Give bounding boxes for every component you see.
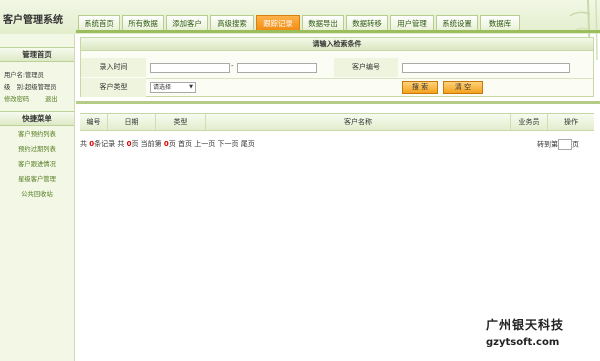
sidebar-item-followup-status[interactable]: 客户跟进情况: [0, 159, 74, 168]
first-page-link[interactable]: 首页: [178, 140, 192, 148]
tab-advanced-search[interactable]: 高级搜索: [210, 15, 254, 31]
customer-no-input[interactable]: [402, 63, 570, 73]
prev-page-link[interactable]: 上一页: [194, 140, 215, 148]
pager-current-suffix: 页: [168, 140, 176, 148]
tab-system-settings[interactable]: 系统设置: [436, 15, 478, 31]
sidebar-item-appointment-list[interactable]: 客户预约列表: [0, 129, 74, 138]
column-header-type: 类型: [156, 114, 206, 130]
logout-link[interactable]: 退出: [45, 94, 58, 103]
sidebar-item-recycle-bin[interactable]: 公共回收站: [0, 189, 74, 198]
sidebar-item-star-customers[interactable]: 星级客户管理: [0, 174, 74, 183]
tab-home[interactable]: 系统首页: [78, 15, 120, 31]
tab-add-customer[interactable]: 添加客户: [166, 15, 208, 31]
clear-button[interactable]: 清 空: [443, 81, 483, 94]
entry-date-start-input[interactable]: [150, 63, 230, 73]
goto-label: 转到第: [537, 140, 558, 149]
content-divider: [76, 101, 600, 104]
sidebar-item-expired-appointments[interactable]: 预约过期列表: [0, 144, 74, 153]
watermark-company: 广州银天科技: [486, 318, 565, 332]
entry-time-label: 录入时间: [81, 58, 146, 77]
search-panel-title: 请输入检索条件: [81, 38, 593, 51]
pager-pages-suffix: 页 当前第: [131, 140, 162, 148]
tab-database[interactable]: 数据库: [480, 15, 520, 31]
goto-page: 转到第 页: [537, 139, 579, 150]
tab-tracking-records[interactable]: 跟踪记录: [256, 15, 300, 31]
goto-page-select[interactable]: [558, 139, 572, 150]
tab-data-transfer[interactable]: 数据转移: [346, 15, 388, 31]
last-page-link[interactable]: 尾页: [241, 140, 255, 148]
sidebar-section-admin-home: 管理首页: [0, 47, 74, 62]
tab-all-data[interactable]: 所有数据: [122, 15, 164, 31]
column-header-id: 编号: [80, 114, 108, 130]
search-button[interactable]: 搜 索: [402, 81, 438, 94]
role-line: 级 别:超级管理员: [4, 84, 57, 91]
change-password-link[interactable]: 修改密码: [4, 94, 29, 103]
customer-no-label: 客户编号: [334, 58, 398, 77]
tab-data-export[interactable]: 数据导出: [302, 15, 344, 31]
date-separator: -: [231, 62, 234, 70]
chevron-down-icon: ▼: [189, 84, 193, 90]
customer-type-select[interactable]: 请选择 ▼: [150, 82, 196, 93]
sidebar-section-quick-menu: 快捷菜单: [0, 111, 74, 126]
next-page-link[interactable]: 下一页: [218, 140, 239, 148]
tab-user-management[interactable]: 用户管理: [390, 15, 434, 31]
results-table-header: 编号 日期 类型 客户名称 业务员 操作: [80, 113, 594, 131]
search-panel: 请输入检索条件 录入时间 - 客户编号 客户类型 请选择 ▼ 搜 索 清 空: [80, 37, 594, 97]
column-header-actions: 操作: [564, 118, 578, 126]
pager-prefix: 共: [80, 140, 87, 148]
search-row-2: 客户类型 请选择 ▼ 搜 索 清 空: [81, 78, 593, 98]
entry-date-end-input[interactable]: [237, 63, 317, 73]
column-header-customer-name: 客户名称: [206, 114, 511, 130]
nav-underline: [76, 30, 600, 33]
customer-type-label: 客户类型: [81, 78, 146, 97]
search-row-1: 录入时间 - 客户编号: [81, 58, 593, 79]
app-title: 客户管理系统: [3, 15, 63, 26]
customer-type-select-value: 请选择: [153, 84, 172, 91]
pagination: 共 0条记录 共 0页 当前第 0页 首页 上一页 下一页 尾页: [80, 139, 255, 149]
column-header-date: 日期: [108, 114, 156, 130]
watermark-url: gzytsoft.com: [486, 337, 560, 348]
goto-suffix: 页: [572, 140, 579, 149]
pager-records-suffix: 条记录 共: [94, 140, 125, 148]
username-line: 用户名:管理员: [4, 72, 44, 79]
column-header-salesperson: 业务员: [511, 114, 548, 130]
